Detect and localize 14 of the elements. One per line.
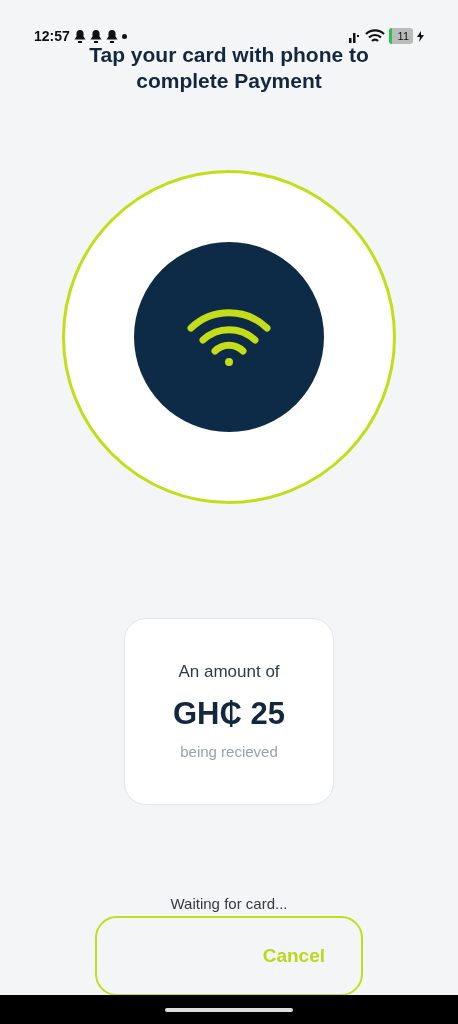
amount-caption: being recieved — [180, 742, 278, 763]
amount-value: GH₵ 25 — [173, 694, 285, 733]
home-indicator[interactable] — [165, 1007, 293, 1012]
notification-icon — [73, 29, 86, 43]
wifi-icon — [364, 28, 385, 44]
clock-time: 12:57 — [34, 26, 70, 46]
notification-icon — [105, 29, 118, 43]
contactless-icon — [187, 306, 271, 368]
page-title: Tap your card with phone to complete Payment — [88, 42, 370, 94]
notification-icon — [89, 29, 102, 43]
more-notifications-icon — [121, 33, 127, 39]
status-text: Waiting for card... — [169, 894, 289, 914]
battery-icon: 11 — [388, 27, 413, 45]
amount-label: An amount of — [178, 661, 280, 684]
